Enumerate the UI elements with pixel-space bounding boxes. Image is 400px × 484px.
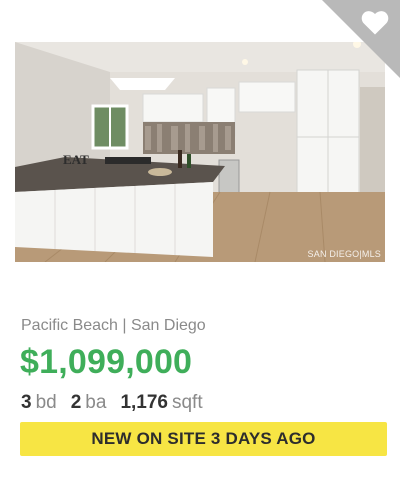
eat-sign: EAT bbox=[63, 152, 89, 167]
beds-count: 3 bbox=[21, 392, 32, 413]
listing-card[interactable]: EAT SAN DIEGO|MLS Pacific Beach | San Di… bbox=[0, 0, 400, 484]
listing-location: Pacific Beach | San Diego bbox=[21, 317, 206, 334]
photo-watermark: SAN DIEGO|MLS bbox=[307, 249, 381, 259]
sqft-count: 1,176 bbox=[120, 392, 168, 413]
baths-unit: ba bbox=[85, 392, 107, 413]
listing-facts: 3 bd 2 ba 1,176 sqft bbox=[21, 392, 217, 414]
baths-count: 2 bbox=[70, 392, 82, 413]
sqft-unit: sqft bbox=[171, 392, 203, 413]
listing-price: $1,099,000 bbox=[20, 343, 193, 381]
beds-unit: bd bbox=[35, 392, 57, 413]
new-listing-badge: NEW ON SITE 3 DAYS AGO bbox=[20, 422, 387, 456]
heart-icon[interactable] bbox=[360, 8, 390, 36]
